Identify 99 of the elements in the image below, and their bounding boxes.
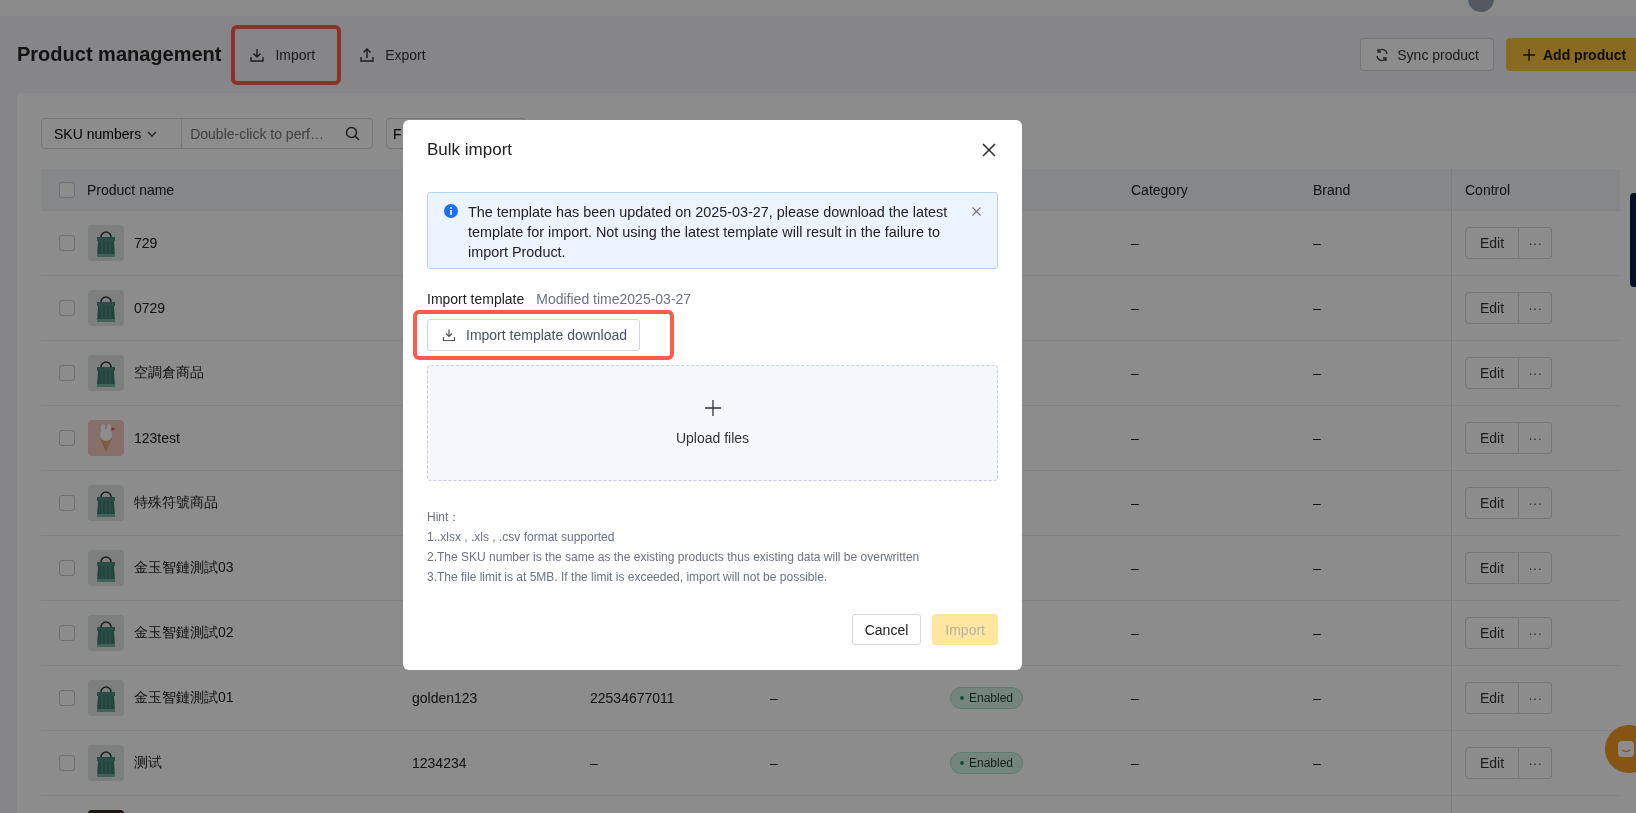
sync-button[interactable]: Sync product xyxy=(1360,38,1494,71)
page-title: Product management xyxy=(17,43,222,66)
table-cell: – xyxy=(590,755,598,771)
table-cell: – xyxy=(770,690,778,706)
more-button[interactable]: ··· xyxy=(1519,227,1553,259)
product-name: 金玉智鏈測試02 xyxy=(134,624,234,642)
product-name: 729 xyxy=(134,235,158,251)
edit-button[interactable]: Edit xyxy=(1465,747,1520,779)
field-label: Import template xyxy=(427,291,525,307)
plus-icon xyxy=(704,400,721,416)
table-cell: 22534677011 xyxy=(590,690,675,706)
alert-message: The template has been updated on 2025-03-27, please download the latest template for import. Not using the latest template will result in the failure to import Product. xyxy=(468,203,949,262)
hint-line: 1..xlsx , .xls , .csv format supported xyxy=(427,529,616,546)
close-icon xyxy=(982,143,996,157)
checkbox[interactable] xyxy=(59,755,75,771)
table-cell: 1234234 xyxy=(412,755,467,771)
edit-button[interactable]: Edit xyxy=(1465,422,1520,454)
checkbox[interactable] xyxy=(59,560,75,576)
edit-button[interactable]: Edit xyxy=(1465,552,1520,584)
close-icon xyxy=(972,207,981,216)
more-button[interactable]: ··· xyxy=(1519,747,1553,779)
table-cell: – xyxy=(1313,625,1321,641)
upload-area[interactable]: Upload files xyxy=(427,365,998,481)
add-button[interactable]: Add product xyxy=(1506,38,1636,71)
table-cell: – xyxy=(770,755,778,771)
plus-icon xyxy=(1523,48,1535,61)
dialog-title: Bulk import xyxy=(427,140,513,160)
edit-button[interactable]: Edit xyxy=(1465,617,1520,649)
modified-time: Modified time2025-03-27 xyxy=(536,291,692,307)
column-header: Control xyxy=(1451,169,1620,210)
edit-button[interactable]: Edit xyxy=(1465,227,1520,259)
search-field[interactable]: SKU numbers Double-click to perf… xyxy=(41,118,373,149)
table-cell: – xyxy=(1131,755,1139,771)
more-button[interactable]: ··· xyxy=(1519,552,1553,584)
table-cell: – xyxy=(1131,235,1139,251)
chat-icon xyxy=(1617,740,1635,758)
table-cell: – xyxy=(1131,495,1139,511)
table-cell: – xyxy=(1131,300,1139,316)
edit-button[interactable]: Edit xyxy=(1465,292,1520,324)
more-button[interactable]: ··· xyxy=(1519,487,1553,519)
checkbox[interactable] xyxy=(59,430,75,446)
table-cell: – xyxy=(1313,495,1321,511)
table-cell: – xyxy=(1313,690,1321,706)
status-badge: Enabled xyxy=(950,752,1024,774)
table-cell: – xyxy=(1313,365,1321,381)
checkbox[interactable] xyxy=(59,690,75,706)
close-button[interactable] xyxy=(980,141,998,159)
chevron-down-icon xyxy=(147,130,158,137)
product-name: 测试 xyxy=(134,754,162,772)
column-header: Category xyxy=(1131,180,1189,200)
table-cell: – xyxy=(1313,300,1321,316)
export-button[interactable]: Export xyxy=(341,24,452,85)
cancel-button[interactable]: Cancel xyxy=(851,614,922,645)
hint-line: 2.The SKU number is the same as the existing products thus existing data will be overwritten xyxy=(427,549,921,566)
product-name: 空調倉商品 xyxy=(134,364,204,382)
product-name: 特殊符號商品 xyxy=(134,494,218,512)
checkbox[interactable] xyxy=(59,495,75,511)
product-name: 金玉智鏈測試01 xyxy=(134,689,234,707)
table-cell: – xyxy=(1131,365,1139,381)
product-name: 金玉智鏈測試03 xyxy=(134,559,234,577)
more-button[interactable]: ··· xyxy=(1519,292,1553,324)
side-tab[interactable] xyxy=(1630,193,1636,287)
checkbox[interactable] xyxy=(59,235,75,251)
table-cell: – xyxy=(1313,235,1321,251)
checkbox[interactable] xyxy=(59,300,75,316)
sync-icon xyxy=(1375,47,1390,62)
table-cell: – xyxy=(1131,625,1139,641)
edit-button[interactable]: Edit xyxy=(1465,682,1520,714)
more-button[interactable]: ··· xyxy=(1519,357,1553,389)
table-cell: golden123 xyxy=(412,690,478,706)
checkbox[interactable] xyxy=(59,625,75,641)
product-name: 123test xyxy=(134,430,180,446)
template-download-button[interactable]: Import template download xyxy=(427,319,641,351)
column-header: Brand xyxy=(1313,180,1352,200)
edit-button[interactable]: Edit xyxy=(1465,487,1520,519)
info-icon xyxy=(444,204,458,218)
column-header: Product name xyxy=(87,180,176,200)
more-button[interactable]: ··· xyxy=(1519,617,1553,649)
download-icon xyxy=(442,328,456,342)
more-button[interactable]: ··· xyxy=(1519,422,1553,454)
table-cell: – xyxy=(1313,755,1321,771)
field-select[interactable]: SKU numbers xyxy=(42,119,183,148)
hint-line: 3.The file limit is at 5MB. If the limit is exceeded, import will not be possible. xyxy=(427,569,829,586)
table-cell: – xyxy=(1131,430,1139,446)
checkbox[interactable] xyxy=(59,365,75,381)
hint-title: Hint： xyxy=(427,509,462,526)
search-icon xyxy=(345,126,360,141)
table-cell: – xyxy=(1131,690,1139,706)
status-badge: Enabled xyxy=(950,687,1024,709)
edit-button[interactable]: Edit xyxy=(1465,357,1520,389)
table-cell: – xyxy=(1313,560,1321,576)
table-cell: – xyxy=(1313,430,1321,446)
table-cell: – xyxy=(1131,560,1139,576)
product-name: 0729 xyxy=(134,300,166,316)
more-button[interactable]: ··· xyxy=(1519,682,1553,714)
checkbox[interactable] xyxy=(59,181,75,198)
download-icon xyxy=(249,46,266,63)
upload-icon xyxy=(359,46,376,63)
import-button[interactable]: Import xyxy=(231,24,342,85)
